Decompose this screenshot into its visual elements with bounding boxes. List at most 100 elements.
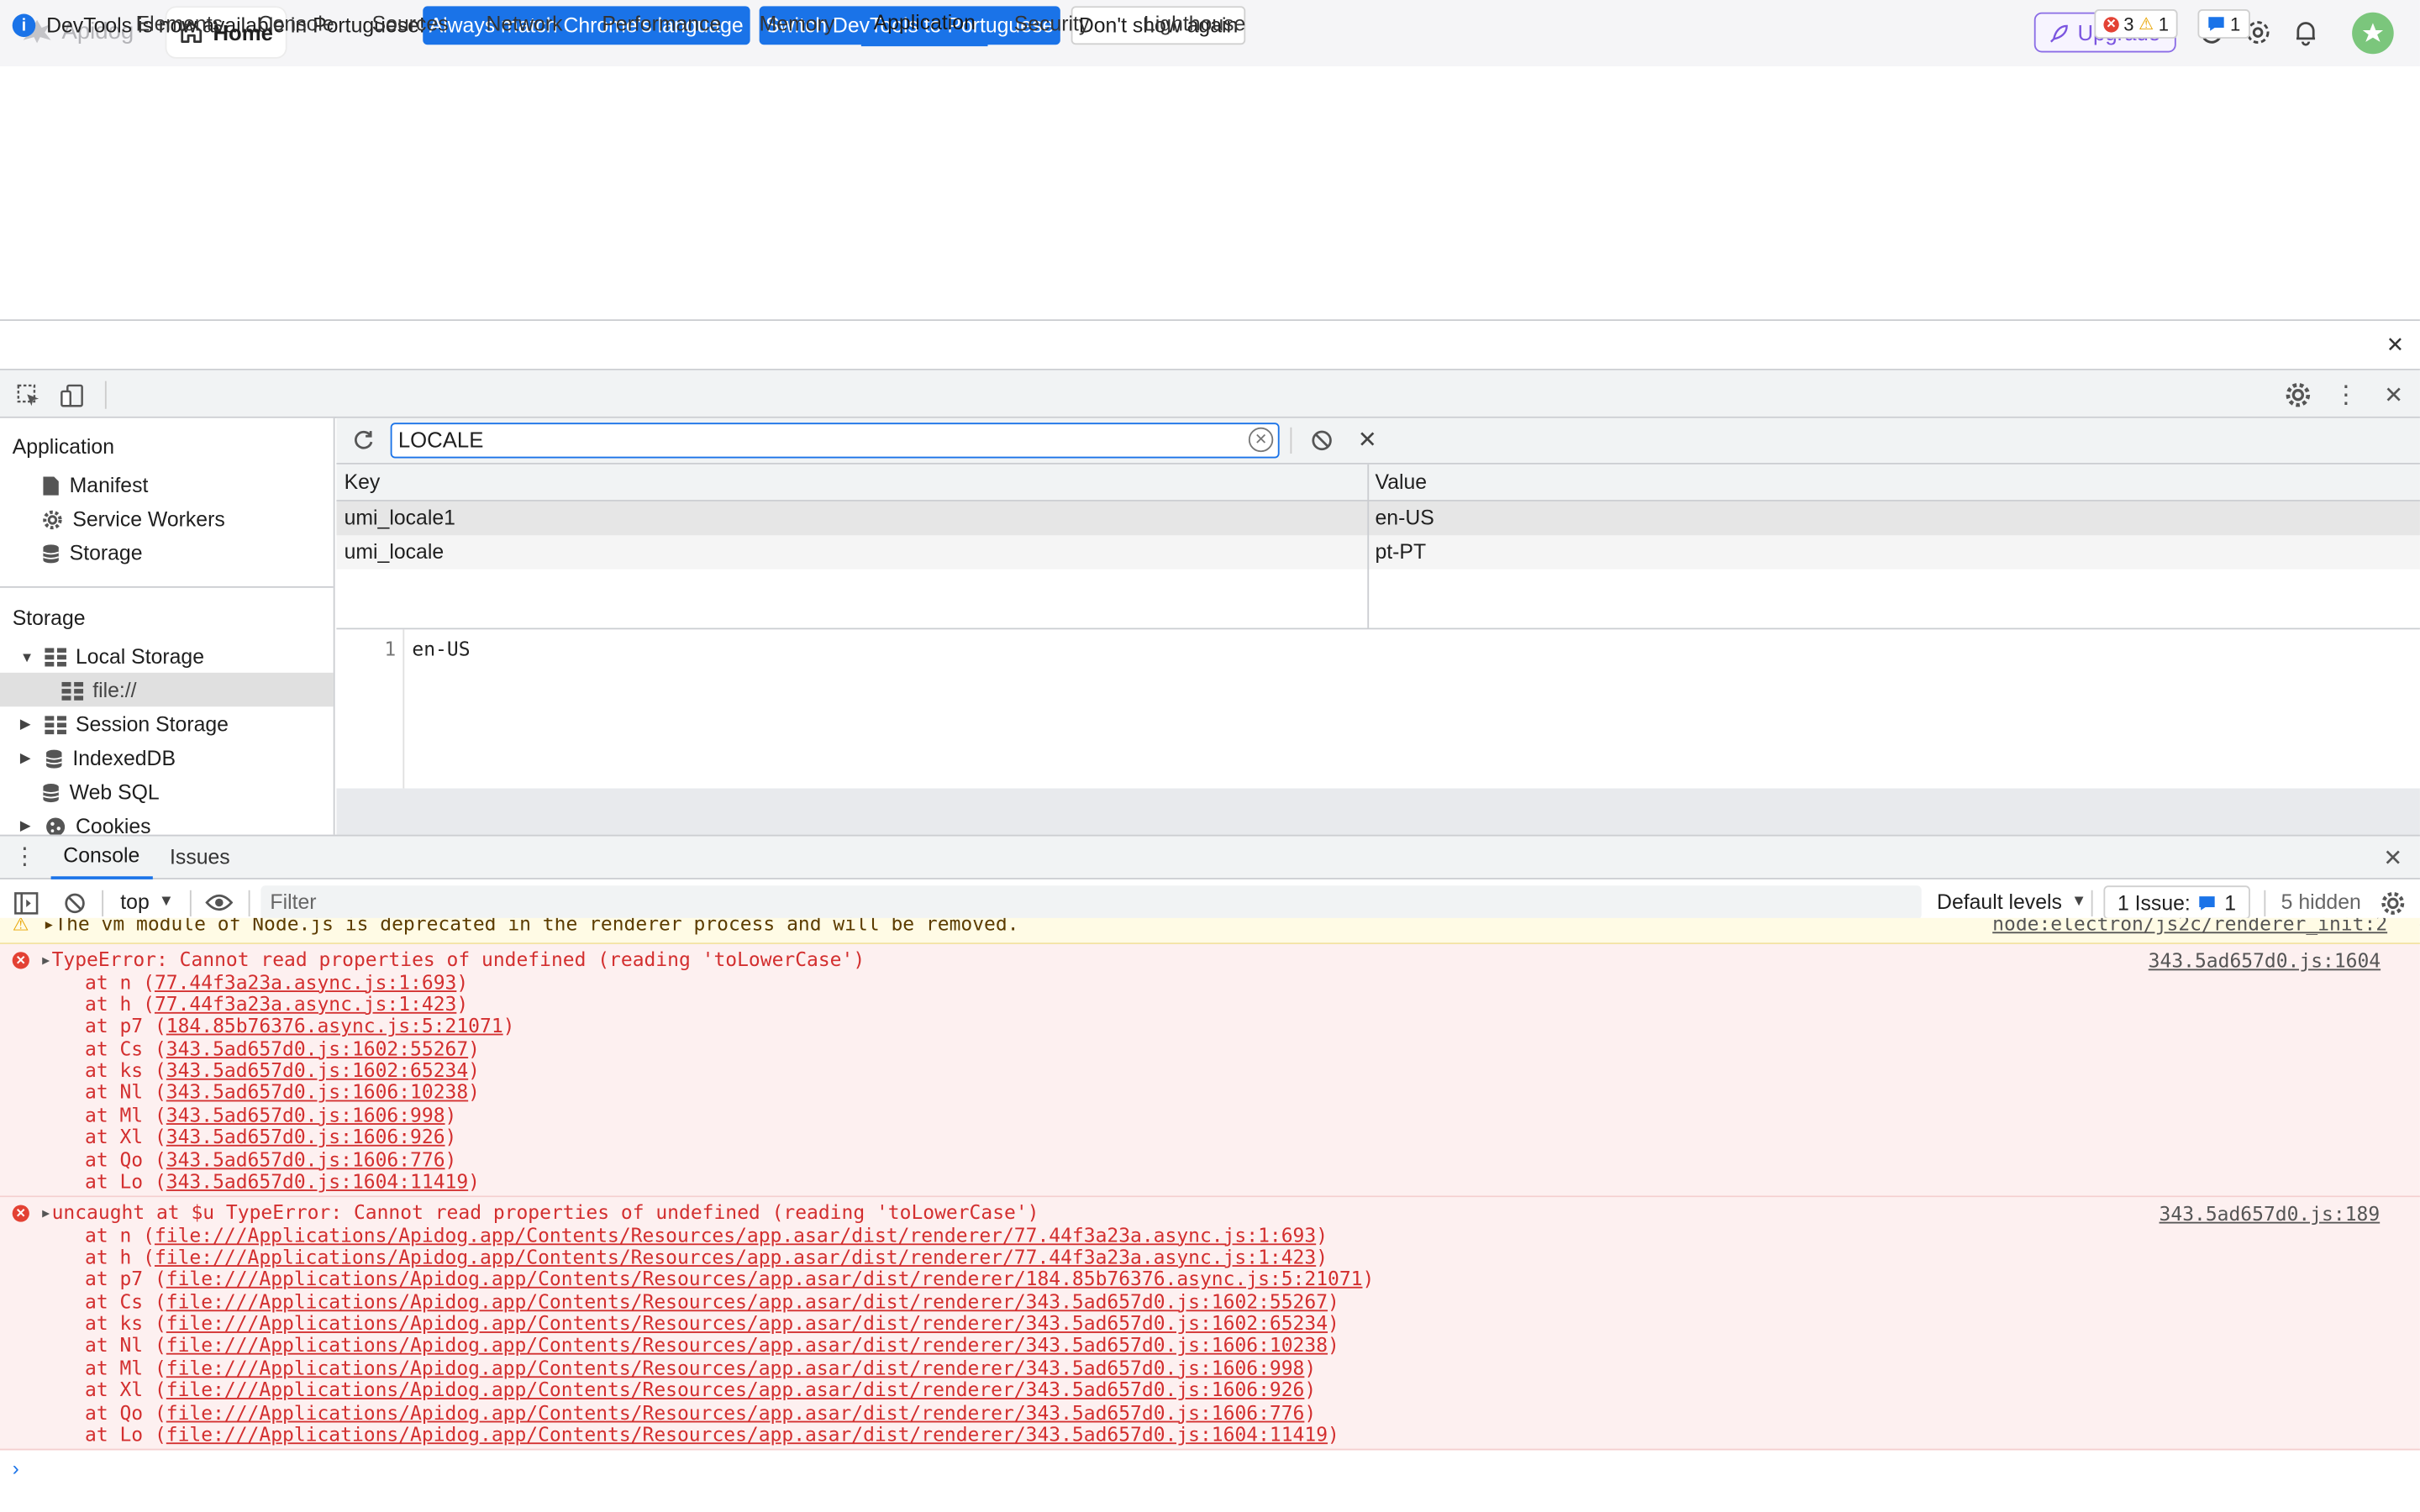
error-source-link[interactable]: 343.5ad657d0.js:189 <box>2160 1202 2381 1226</box>
stack-frame-link[interactable]: file:///Applications/Apidog.app/Contents… <box>166 1267 1363 1290</box>
avatar[interactable] <box>2352 12 2394 55</box>
stack-frame-function: at h ( <box>85 1245 155 1268</box>
bell-icon[interactable] <box>2291 17 2322 48</box>
stack-frame: at n (77.44f3a23a.async.js:1:693) <box>85 969 514 993</box>
stack-frame: at Cs (343.5ad657d0.js:1602:55267) <box>85 1037 514 1059</box>
error-source-link[interactable]: 343.5ad657d0.js:1604 <box>2149 949 2381 973</box>
table-row[interactable]: umi_locale1 en-US <box>336 501 2420 536</box>
table-row[interactable]: umi_locale pt-PT <box>336 535 2420 570</box>
sidebar-item-session-storage[interactable]: ▶ Session Storage <box>20 713 229 737</box>
storage-filter-input[interactable]: LOCALE <box>390 423 1280 459</box>
error-warning-badge[interactable]: ✕ 3 ⚠ 1 <box>2094 9 2179 39</box>
close-devtools-icon[interactable]: ✕ <box>2381 383 2406 409</box>
stack-frame-link[interactable]: file:///Applications/Apidog.app/Contents… <box>166 1334 1328 1357</box>
preview-footer <box>336 788 2420 835</box>
tab-application[interactable]: Application <box>860 0 988 47</box>
stack-frame-link[interactable]: 343.5ad657d0.js:1604:11419 <box>166 1169 468 1193</box>
device-toolbar-icon[interactable] <box>59 381 87 409</box>
stack-frame-link[interactable]: file:///Applications/Apidog.app/Contents… <box>155 1223 1316 1247</box>
eye-icon[interactable] <box>205 890 234 915</box>
stack-frame-link[interactable]: file:///Applications/Apidog.app/Contents… <box>166 1400 1305 1424</box>
tab-performance[interactable]: Performance <box>602 0 721 46</box>
stack-frame-link[interactable]: 77.44f3a23a.async.js:1:423 <box>155 992 456 1016</box>
console-error-message[interactable]: ✕ ▸uncaught at $u TypeError: Cannot read… <box>0 1197 2420 1451</box>
toolbar-divider <box>1290 427 1292 454</box>
stack-frame-close: ) <box>456 969 469 993</box>
stack-frame-link[interactable]: file:///Applications/Apidog.app/Contents… <box>166 1289 1328 1313</box>
issues-label: 1 Issue: <box>2117 890 2191 915</box>
stack-frame-link[interactable]: 343.5ad657d0.js:1602:55267 <box>166 1037 468 1060</box>
column-header-key[interactable]: Key <box>345 465 381 501</box>
stack-frame: at Lo (343.5ad657d0.js:1604:11419) <box>85 1169 514 1193</box>
issues-counter[interactable]: 1 Issue: 1 <box>2103 885 2250 920</box>
close-icon[interactable]: ✕ <box>2385 331 2407 355</box>
close-drawer-icon[interactable]: ✕ <box>2381 845 2405 871</box>
sidebar-item-service-workers[interactable]: Service Workers <box>42 507 225 531</box>
stack-frame-link[interactable]: 77.44f3a23a.async.js:1:693 <box>155 969 456 993</box>
tab-security[interactable]: Security <box>1014 0 1090 46</box>
tab-sources[interactable]: Sources <box>372 0 449 46</box>
drawer-tab-issues[interactable]: Issues <box>170 835 230 879</box>
column-header-value[interactable]: Value <box>1375 465 1427 501</box>
stack-frame-close: ) <box>456 991 469 1016</box>
stack-frame-close: ) <box>445 1147 457 1171</box>
stack-frame-link[interactable]: 343.5ad657d0.js:1606:926 <box>166 1125 445 1148</box>
stack-frame-link[interactable]: 343.5ad657d0.js:1606:776 <box>166 1147 445 1171</box>
stack-frame-link[interactable]: 343.5ad657d0.js:1606:10238 <box>166 1081 468 1105</box>
delete-selected-icon[interactable]: ✕ <box>1356 428 1378 454</box>
stack-frame-link[interactable]: file:///Applications/Apidog.app/Contents… <box>155 1245 1316 1268</box>
table-icon <box>61 680 84 700</box>
stack-frame-link[interactable]: file:///Applications/Apidog.app/Contents… <box>166 1311 1328 1335</box>
expanded-triangle-icon: ▼ <box>19 648 34 664</box>
language-banner <box>0 319 2420 370</box>
stack-frame-function: at Lo ( <box>85 1169 166 1193</box>
sidebar-item-indexeddb[interactable]: ▶ IndexedDB <box>20 747 176 770</box>
tab-memory[interactable]: Memory <box>760 0 835 46</box>
log-levels-dropdown[interactable]: Default levels ▼ <box>1937 890 2086 914</box>
drawer-tab-console[interactable]: Console <box>50 835 152 879</box>
inspect-icon[interactable] <box>14 381 42 409</box>
context-label: top <box>120 890 150 914</box>
console-error-message[interactable]: ✕ ▸TypeError: Cannot read properties of … <box>0 944 2420 1198</box>
error-message[interactable]: ▸TypeError: Cannot read properties of un… <box>40 948 865 971</box>
console-warning-message[interactable]: ⚠ ▸The vm module of Node.js is deprecate… <box>0 917 2420 945</box>
sidebar-item-storage[interactable]: Storage <box>42 542 143 564</box>
log-levels-label: Default levels <box>1937 890 2062 914</box>
stack-frame-link[interactable]: 343.5ad657d0.js:1606:998 <box>166 1103 445 1126</box>
stack-frame-link[interactable]: 343.5ad657d0.js:1602:65234 <box>166 1058 468 1082</box>
stack-frame-link[interactable]: file:///Applications/Apidog.app/Contents… <box>166 1356 1305 1379</box>
warning-source-link[interactable]: node:electron/js2c/renderer_init:2 <box>1992 918 2387 935</box>
clear-filter-icon[interactable]: ✕ <box>1248 427 1274 453</box>
stack-frame-link[interactable]: file:///Applications/Apidog.app/Contents… <box>166 1378 1305 1402</box>
tab-lighthouse[interactable]: Lighthouse <box>1144 0 1245 46</box>
stack-frame-close: ) <box>468 1080 481 1105</box>
sidebar-item-manifest[interactable]: Manifest <box>42 474 149 496</box>
console-filter-input[interactable]: Filter <box>260 885 1922 920</box>
console-prompt-icon[interactable]: › <box>13 1457 19 1480</box>
context-selector[interactable]: top ▼ <box>120 890 174 914</box>
stack-frame-link[interactable]: file:///Applications/Apidog.app/Contents… <box>166 1422 1328 1446</box>
stack-frame: at Qo (343.5ad657d0.js:1606:776) <box>85 1147 514 1171</box>
messages-badge[interactable]: 1 <box>2197 9 2250 39</box>
column-divider[interactable] <box>1367 464 1370 628</box>
tab-console[interactable]: Console <box>258 0 334 46</box>
row-value: pt-PT <box>1375 539 1427 564</box>
settings-gear-icon[interactable] <box>2284 381 2312 409</box>
clear-console-icon[interactable] <box>61 890 86 915</box>
tab-elements[interactable]: Elements <box>136 0 223 46</box>
kebab-icon[interactable]: ⋮ <box>2333 381 2358 409</box>
tab-network[interactable]: Network <box>487 0 563 46</box>
preview-text: en-US <box>412 637 471 661</box>
refresh-icon[interactable] <box>350 428 375 452</box>
clear-all-icon[interactable] <box>1309 428 1334 452</box>
sidebar-item-websql[interactable]: Web SQL <box>42 780 160 804</box>
drawer-menu-icon[interactable]: ⋮ <box>13 844 37 870</box>
sidebar-item-local-storage-file[interactable]: file:// <box>61 679 137 702</box>
error-icon: ✕ <box>12 1205 29 1222</box>
stack-frame-link[interactable]: 184.85b76376.async.js:5:21071 <box>166 1014 503 1037</box>
console-settings-icon[interactable] <box>2380 890 2406 916</box>
sidebar-item-cookies[interactable]: ▶ Cookies <box>20 815 151 835</box>
sidebar-item-local-storage[interactable]: ▼ Local Storage <box>20 645 204 669</box>
sidebar-toggle-icon[interactable] <box>13 890 39 915</box>
error-message[interactable]: ▸uncaught at $u TypeError: Cannot read p… <box>40 1201 1039 1224</box>
